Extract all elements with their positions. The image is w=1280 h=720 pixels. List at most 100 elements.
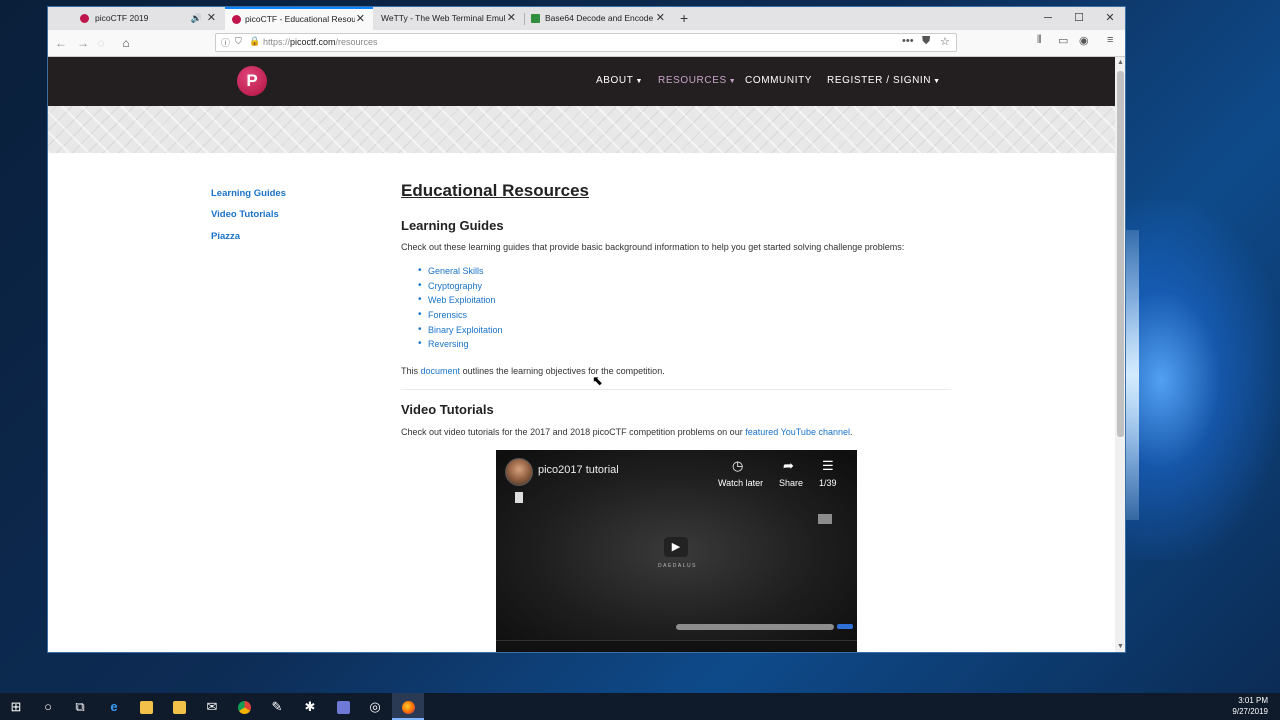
url-text[interactable]: https://picoctf.com/resources: [263, 37, 378, 47]
guide-link-general-skills[interactable]: General Skills: [418, 265, 503, 281]
guide-link-web-exploitation[interactable]: Web Exploitation: [418, 294, 503, 310]
tab-label: WeTTy - The Web Terminal Emulator: [381, 13, 505, 23]
desktop-file-icon: [515, 492, 523, 503]
tab-picoctf-2019[interactable]: picoCTF 2019 🔊 ✕: [48, 7, 224, 30]
tab-educational-resources[interactable]: picoCTF - Educational Resources ✕: [225, 7, 373, 30]
play-button[interactable]: ▶: [664, 537, 688, 557]
forward-icon[interactable]: →: [75, 34, 91, 52]
edge-browser-icon[interactable]: e: [98, 693, 130, 720]
pen-tablet-icon[interactable]: ✎: [261, 693, 293, 720]
close-window-icon[interactable]: ✕: [1095, 7, 1125, 30]
page-actions-icon[interactable]: •••: [902, 35, 914, 47]
caret-down-icon: ▼: [933, 78, 941, 85]
menu-community[interactable]: COMMUNITY: [745, 75, 812, 86]
guide-link-binary-exploitation[interactable]: Binary Exploitation: [418, 324, 503, 340]
cortana-search-icon[interactable]: ○: [32, 693, 64, 720]
video-tutorials-heading: Video Tutorials: [401, 402, 494, 417]
bookmark-star-icon[interactable]: ☆: [940, 35, 950, 48]
sidebar-toggle-icon[interactable]: ▭: [1058, 34, 1068, 47]
picoctf-favicon-icon: [232, 15, 241, 24]
clock-time: 3:01 PM: [1238, 696, 1268, 705]
menu-resources[interactable]: RESOURCES ▼: [658, 75, 736, 86]
firefox-icon[interactable]: [392, 693, 424, 720]
sidebar-item-learning-guides[interactable]: Learning Guides: [211, 188, 286, 199]
playlist-counter[interactable]: 1/39: [819, 478, 837, 488]
close-tab-icon[interactable]: ✕: [207, 7, 216, 30]
video-tutorials-intro: Check out video tutorials for the 2017 a…: [401, 427, 853, 437]
scroll-down-icon[interactable]: ▼: [1115, 643, 1125, 650]
chat-app-icon[interactable]: [327, 693, 359, 720]
windows-start-icon[interactable]: ⊞: [0, 693, 32, 720]
slack-icon[interactable]: ✱: [294, 693, 326, 720]
menu-register-signin[interactable]: REGISTER / SIGNIN ▼: [827, 75, 941, 86]
new-tab-icon[interactable]: +: [680, 7, 688, 29]
document-prefix: This: [401, 366, 419, 376]
chrome-icon[interactable]: [228, 693, 260, 720]
tab-wetty[interactable]: WeTTy - The Web Terminal Emulator ✕: [374, 7, 524, 30]
video-scrubber: [676, 624, 834, 630]
close-tab-icon[interactable]: ✕: [507, 7, 516, 30]
scrollbar-thumb[interactable]: [1117, 71, 1124, 437]
info-icon[interactable]: ⓘ: [221, 36, 230, 49]
document-link[interactable]: document: [421, 366, 461, 376]
channel-avatar[interactable]: [505, 458, 533, 486]
caret-down-icon: ▼: [635, 78, 643, 85]
section-divider: [401, 389, 951, 390]
url-bar[interactable]: ⓘ ⛉ 🔒 https://picoctf.com/resources ••• …: [215, 33, 957, 52]
tracking-shield-icon[interactable]: ⛉: [235, 36, 242, 47]
close-tab-icon[interactable]: ✕: [356, 9, 365, 30]
obs-icon[interactable]: ◎: [359, 693, 391, 720]
guide-link-reversing[interactable]: Reversing: [418, 338, 503, 354]
home-icon[interactable]: ⌂: [118, 34, 134, 52]
clock-date: 9/27/2019: [1232, 707, 1268, 716]
guide-link-forensics[interactable]: Forensics: [418, 309, 503, 325]
windows-taskbar: ⊞ ○ ⧉ e ✉ ✎ ✱ ◎ 3:01 PM 9/27/2019: [0, 693, 1280, 720]
page-viewport: P ABOUT ▼ RESOURCES ▼ COMMUNITY REGISTER /…: [48, 57, 1115, 652]
picoctf-logo[interactable]: P: [237, 66, 267, 96]
task-view-icon[interactable]: ⧉: [64, 693, 96, 720]
video-intro-suffix: .: [849, 427, 853, 437]
video-progress-indicator: [837, 624, 853, 629]
youtube-channel-link[interactable]: featured YouTube channel: [745, 427, 850, 437]
mail-icon[interactable]: ✉: [196, 693, 228, 720]
speaker-icon[interactable]: 🔊: [191, 7, 202, 30]
playlist-icon[interactable]: ☰: [822, 458, 834, 474]
minimize-icon[interactable]: ─: [1033, 7, 1063, 30]
mouse-cursor-icon: ⬉: [592, 373, 603, 388]
sidebar-item-video-tutorials[interactable]: Video Tutorials: [211, 209, 279, 220]
account-icon[interactable]: ◉: [1079, 34, 1089, 47]
document-paragraph: This document outlines the learning obje…: [401, 366, 665, 376]
tab-base64[interactable]: Base64 Decode and Encode - Online ✕: [525, 7, 673, 30]
browser-window: picoCTF 2019 🔊 ✕ picoCTF - Educational R…: [47, 6, 1126, 653]
scroll-up-icon[interactable]: ▲: [1115, 59, 1125, 66]
guide-list: General Skills Cryptography Web Exploita…: [418, 265, 503, 354]
library-icon[interactable]: ⫴: [1037, 34, 1042, 47]
video-title[interactable]: pico2017 tutorial: [538, 464, 619, 476]
site-header: P ABOUT ▼ RESOURCES ▼ COMMUNITY REGISTER /…: [48, 57, 1115, 106]
hamburger-menu-icon[interactable]: ≡: [1107, 34, 1113, 46]
share-button[interactable]: Share: [779, 478, 803, 488]
system-clock[interactable]: 3:01 PM 9/27/2019: [1232, 695, 1268, 717]
document-suffix: outlines the learning objectives for the…: [462, 366, 665, 376]
back-icon[interactable]: ←: [53, 34, 69, 52]
watch-later-button[interactable]: Watch later: [718, 478, 763, 488]
lock-icon[interactable]: 🔒: [249, 36, 260, 47]
learning-guides-intro: Check out these learning guides that pro…: [401, 242, 905, 252]
menu-about[interactable]: ABOUT ▼: [596, 75, 643, 86]
share-arrow-icon[interactable]: ➦: [783, 458, 794, 474]
sidebar-item-piazza[interactable]: Piazza: [211, 231, 240, 242]
clock-icon[interactable]: ◷: [732, 458, 743, 474]
video-intro-prefix: Check out video tutorials for the 2017 a…: [401, 427, 743, 437]
page-scrollbar[interactable]: ▲ ▼: [1115, 57, 1125, 652]
maximize-icon[interactable]: ☐: [1064, 7, 1094, 30]
file-explorer-icon[interactable]: [130, 693, 162, 720]
desktop-glow-beam: [1125, 230, 1139, 520]
store-icon[interactable]: [163, 693, 195, 720]
tab-label: Base64 Decode and Encode - Online: [545, 13, 655, 23]
guide-link-cryptography[interactable]: Cryptography: [418, 280, 503, 296]
caret-down-icon: ▼: [728, 78, 737, 85]
pocket-icon[interactable]: ⛊: [922, 35, 930, 48]
youtube-embed[interactable]: pico2017 tutorial ◷ ➦ ☰ Watch later Shar…: [496, 450, 857, 652]
video-inner-taskbar: [496, 640, 857, 652]
close-tab-icon[interactable]: ✕: [656, 7, 665, 30]
